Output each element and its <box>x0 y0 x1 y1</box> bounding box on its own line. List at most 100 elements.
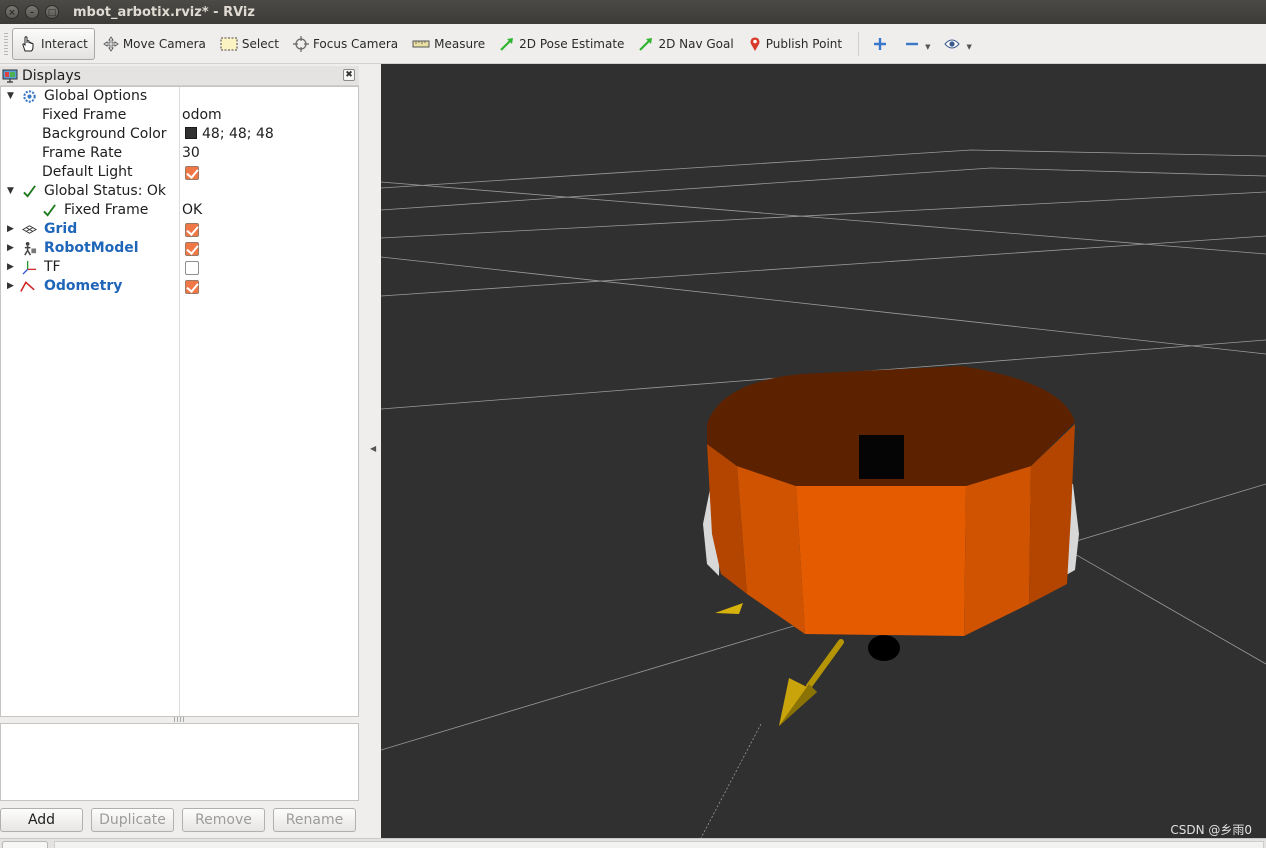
odometry-checkbox[interactable] <box>185 280 199 294</box>
remove-tool-button[interactable]: ▼ <box>899 28 936 60</box>
panel-collapse-strip[interactable]: ◀ <box>360 64 381 840</box>
watermark: CSDN @乡雨0 <box>1170 823 1252 837</box>
displays-tree: ▼ Global Options Fixed Frame odom Backgr… <box>0 86 359 717</box>
select-label: Select <box>241 36 279 51</box>
default-light-label: Default Light <box>42 164 133 180</box>
background-color-row[interactable]: Background Color 48; 48; 48 <box>1 125 358 144</box>
grid-icon <box>22 225 37 234</box>
frame-rate-row[interactable]: Frame Rate 30 <box>1 144 358 163</box>
select-rect-icon <box>220 37 238 50</box>
collapse-left-icon[interactable]: ◀ <box>370 444 376 453</box>
status-fixed-frame-label: Fixed Frame <box>64 202 149 218</box>
close-window-button[interactable]: × <box>5 5 19 19</box>
displays-panel-header: Displays ✖ <box>0 66 359 86</box>
collapse-arrow-icon[interactable]: ▶ <box>7 239 14 258</box>
robot-model <box>703 366 1079 661</box>
default-light-row[interactable]: Default Light <box>1 163 358 182</box>
ruler-icon <box>412 40 430 47</box>
background-color-label: Background Color <box>42 126 167 142</box>
background-color-text: 48; 48; 48 <box>202 126 274 142</box>
fixed-frame-value[interactable]: odom <box>182 106 222 125</box>
maximize-window-button[interactable]: □ <box>45 5 59 19</box>
remove-button[interactable]: Remove <box>182 808 265 832</box>
displays-title: Displays <box>22 67 81 84</box>
close-icon[interactable]: ✖ <box>343 69 355 81</box>
camera-block <box>859 435 904 479</box>
collapse-arrow-icon[interactable]: ▶ <box>7 277 14 296</box>
monitor-icon <box>2 69 18 83</box>
select-tool-button[interactable]: Select <box>214 28 285 60</box>
add-tool-button[interactable] <box>867 28 897 60</box>
collapse-arrow-icon[interactable]: ▶ <box>7 258 14 277</box>
tools-toolbar: Interact Move Camera Select Focus Camera… <box>0 24 1266 64</box>
eye-icon <box>944 39 961 48</box>
body-facet <box>796 486 966 636</box>
interact-label: Interact <box>41 36 88 51</box>
display-item-odometry[interactable]: ▶ Odometry <box>1 277 358 296</box>
minus-icon <box>906 42 919 45</box>
publish-point-label: Publish Point <box>765 36 843 51</box>
toolbar-grip[interactable] <box>4 32 8 55</box>
move-camera-label: Move Camera <box>122 36 206 51</box>
global-options-row[interactable]: ▼ Global Options <box>1 87 358 106</box>
global-options-label: Global Options <box>44 88 148 104</box>
chevron-down-icon: ▼ <box>925 42 931 51</box>
pose-estimate-tool-button[interactable]: 2D Pose Estimate <box>493 28 630 60</box>
axes-icon <box>22 260 37 275</box>
color-swatch[interactable] <box>185 127 197 139</box>
tf-checkbox[interactable] <box>185 261 199 275</box>
expand-arrow-icon[interactable]: ▼ <box>7 182 14 201</box>
collapse-arrow-icon[interactable]: ▶ <box>7 220 14 239</box>
render-view[interactable]: CSDN @乡雨0 <box>381 64 1266 838</box>
focus-camera-label: Focus Camera <box>312 36 399 51</box>
caster-wheel <box>868 635 900 661</box>
rename-button[interactable]: Rename <box>273 808 356 832</box>
robotmodel-checkbox[interactable] <box>185 242 199 256</box>
focus-camera-tool-button[interactable]: Focus Camera <box>287 28 404 60</box>
minimize-window-button[interactable]: – <box>25 5 39 19</box>
global-status-row[interactable]: ▼ Global Status: Ok <box>1 182 358 201</box>
splitter-handle[interactable] <box>174 717 184 722</box>
publish-point-tool-button[interactable]: Publish Point <box>742 28 848 60</box>
description-box <box>0 723 359 801</box>
default-light-checkbox[interactable] <box>185 166 199 180</box>
move-camera-tool-button[interactable]: Move Camera <box>97 28 212 60</box>
displays-panel: Displays ✖ ▼ Global Options Fixed Frame … <box>0 64 360 840</box>
display-item-robotmodel[interactable]: ▶ RobotModel <box>1 239 358 258</box>
status-bar <box>0 838 1266 848</box>
crosshair-icon <box>292 35 309 52</box>
interact-tool-button[interactable]: Interact <box>12 27 95 60</box>
measure-label: Measure <box>434 36 486 51</box>
display-item-grid[interactable]: ▶ Grid <box>1 220 358 239</box>
background-color-value[interactable]: 48; 48; 48 <box>185 125 274 144</box>
gear-icon <box>23 90 36 103</box>
map-pin-icon <box>750 36 760 51</box>
tf-label: TF <box>44 259 61 275</box>
frame-rate-value[interactable]: 30 <box>182 144 200 163</box>
frame-rate-label: Frame Rate <box>42 145 123 161</box>
display-item-tf[interactable]: ▶ TF <box>1 258 358 277</box>
add-button[interactable]: Add <box>0 808 83 832</box>
body-facet <box>737 466 805 634</box>
pose-estimate-label: 2D Pose Estimate <box>519 36 625 51</box>
nav-goal-tool-button[interactable]: 2D Nav Goal <box>632 28 739 60</box>
window-title: mbot_arbotix.rviz* - RViz <box>73 4 255 20</box>
measure-tool-button[interactable]: Measure <box>406 28 491 60</box>
toolbar-separator <box>858 31 860 56</box>
grid-label: Grid <box>44 221 78 237</box>
nav-goal-label: 2D Nav Goal <box>658 36 734 51</box>
chevron-down-icon: ▼ <box>966 42 972 51</box>
panels-view-button[interactable]: ▼ <box>938 28 977 60</box>
fixed-frame-row[interactable]: Fixed Frame odom <box>1 106 358 125</box>
hand-pointer-icon <box>22 35 34 51</box>
duplicate-button[interactable]: Duplicate <box>91 808 174 832</box>
global-status-label: Global Status: Ok <box>44 183 167 199</box>
status-fixed-frame-row[interactable]: Fixed Frame OK <box>1 201 358 220</box>
grid-checkbox[interactable] <box>185 223 199 237</box>
3d-scene[interactable] <box>381 64 1266 838</box>
robot-icon <box>24 241 37 256</box>
body-facet <box>964 466 1031 636</box>
time-tab[interactable] <box>2 841 48 848</box>
odometry-arrow-icon <box>20 281 35 292</box>
expand-arrow-icon[interactable]: ▼ <box>7 87 14 106</box>
